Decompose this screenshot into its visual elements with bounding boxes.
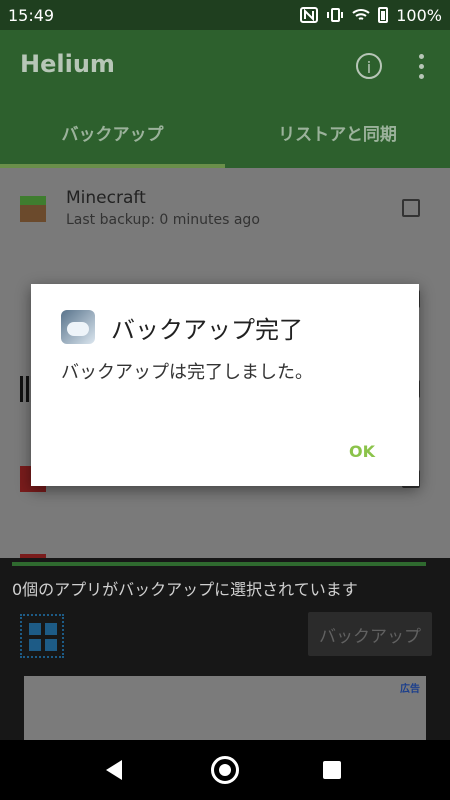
progress-bar: [12, 562, 426, 566]
recents-icon[interactable]: [323, 761, 341, 779]
vibrate-icon: [326, 7, 344, 23]
back-icon[interactable]: [106, 760, 122, 780]
backup-button[interactable]: バックアップ: [308, 612, 432, 656]
wifi-icon: [352, 7, 370, 23]
app-title: Helium: [20, 50, 115, 78]
tab-backup[interactable]: バックアップ: [0, 120, 225, 164]
list-item[interactable]: Minecraft Last backup: 0 minutes ago: [0, 168, 450, 256]
bottom-panel: 0個のアプリがバックアップに選択されています バックアップ 広告: [0, 558, 450, 740]
status-bar: 15:49 100%: [0, 0, 450, 30]
list-item[interactable]: [0, 548, 450, 558]
status-icons: 100%: [300, 6, 442, 25]
home-icon[interactable]: [211, 756, 239, 784]
dialog-title: バックアップ完了: [111, 316, 303, 344]
app-name: Minecraft: [66, 188, 146, 208]
ad-banner[interactable]: 広告: [24, 676, 426, 740]
navigation-bar: [0, 740, 450, 800]
tab-restore-sync[interactable]: リストアと同期: [225, 120, 450, 164]
app-bar: Helium i バックアップ リストアと同期: [0, 30, 450, 168]
backup-complete-dialog: バックアップ完了 バックアップは完了しました。 OK: [31, 284, 419, 486]
overflow-menu-icon[interactable]: [418, 52, 424, 80]
ok-button[interactable]: OK: [349, 442, 375, 461]
nfc-icon: [300, 7, 319, 23]
battery-percent: 100%: [396, 5, 442, 25]
battery-icon: [378, 7, 389, 23]
select-all-grid-icon[interactable]: [20, 614, 64, 658]
minecraft-icon: [20, 196, 46, 222]
dialog-message: バックアップは完了しました。: [61, 362, 313, 383]
helium-cloud-icon: [61, 310, 95, 344]
info-icon[interactable]: i: [356, 53, 382, 79]
status-time: 15:49: [8, 5, 55, 25]
select-checkbox[interactable]: [402, 199, 420, 217]
selection-count-text: 0個のアプリがバックアップに選択されています: [12, 580, 358, 599]
ad-label: 広告: [400, 684, 420, 695]
app-last-backup: Last backup: 0 minutes ago: [66, 212, 260, 228]
